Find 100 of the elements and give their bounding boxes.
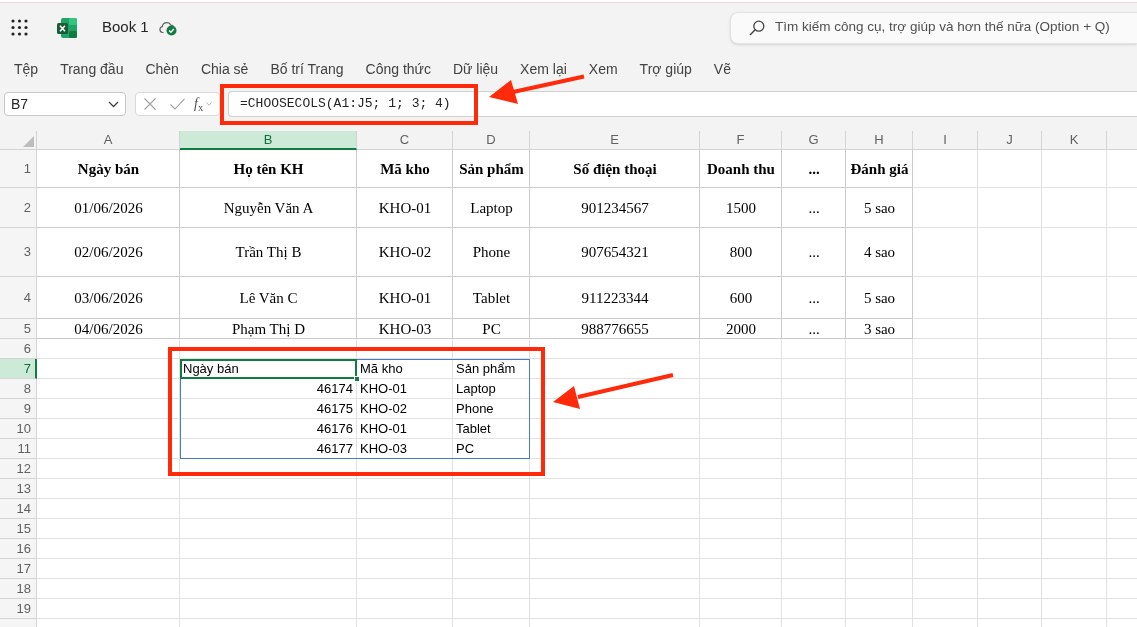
search-field[interactable]: Tìm kiếm công cụ, trợ giúp và hơn thế nữa (Option + Q) (730, 11, 1137, 44)
table-cell-text: 02/06/2026 (73, 243, 144, 263)
row-header[interactable]: 12 (0, 459, 37, 479)
table-cell-text: ... (807, 198, 821, 218)
column-header[interactable]: K (1042, 131, 1107, 150)
column-header[interactable]: H (846, 131, 913, 150)
close-icon[interactable] (144, 98, 156, 110)
formula-field[interactable]: =CHOOSECOLS(A1:J5; 1; 3; 4) (228, 91, 1137, 117)
table-cell-text: 46177 (315, 440, 354, 459)
table-cell-text: Phone (471, 243, 512, 263)
row-header[interactable]: 4 (0, 277, 37, 319)
row-header[interactable]: 16 (0, 539, 37, 559)
row-header[interactable]: 1 (0, 150, 37, 188)
table-cell-text: KHO-01 (377, 198, 433, 218)
ribbon-tab[interactable]: Chèn (142, 59, 182, 81)
ribbon-tab[interactable]: Dữ liệu (449, 59, 502, 81)
table-cell-text: 901234567 (580, 198, 650, 218)
ribbon-tab[interactable]: Trợ giúp (636, 59, 695, 81)
workbook-title[interactable]: Book 1 (102, 16, 149, 39)
table-cell-text: Phạm Thị D (230, 319, 307, 339)
table-cell-text: Nguyễn Văn A (222, 198, 315, 218)
row-header[interactable]: 15 (0, 519, 37, 539)
row-header[interactable]: 19 (0, 599, 37, 619)
table-cell-text: Mã kho (379, 159, 431, 179)
chevron-down-icon (108, 100, 119, 108)
row-header[interactable]: 18 (0, 579, 37, 599)
column-header[interactable]: I (913, 131, 978, 150)
app-logo-icon (57, 17, 77, 38)
column-header[interactable]: A (37, 131, 180, 150)
table-cell-text: 03/06/2026 (73, 288, 144, 308)
column-header[interactable]: J (978, 131, 1042, 150)
row-header[interactable]: 8 (0, 379, 37, 399)
column-header[interactable]: G (782, 131, 846, 150)
table-cell-text: Lê Văn C (238, 288, 299, 308)
row-header[interactable]: 5 (0, 319, 37, 339)
column-header[interactable]: E (530, 131, 700, 150)
table-cell-text: 01/06/2026 (73, 198, 144, 218)
insert-function-button[interactable]: f$_{x}$ (194, 97, 204, 111)
table-cell-text: ... (807, 159, 821, 179)
table-cell-text: Mã kho (359, 360, 404, 379)
table-cell-text: Ngày bán (76, 159, 141, 179)
ribbon-tab[interactable]: Trang đầu (57, 59, 127, 81)
ribbon-tab[interactable]: Công thức (362, 59, 434, 81)
app-launcher-icon[interactable] (11, 19, 28, 36)
table-cell-text: Đánh giá (849, 159, 910, 179)
fill-handle[interactable] (354, 376, 360, 382)
table-cell-text: Số điện thoại (572, 159, 658, 179)
row-header[interactable]: 13 (0, 479, 37, 499)
column-header[interactable]: D (453, 131, 530, 150)
search-icon (749, 19, 765, 36)
table-cell-text: 46174 (315, 380, 354, 399)
row-header[interactable]: 11 (0, 439, 37, 459)
table-cell-text: 600 (728, 288, 754, 308)
row-header[interactable]: 7 (0, 359, 37, 379)
ribbon-tab[interactable]: Tệp (11, 59, 42, 81)
table-cell-text: KHO-01 (359, 420, 408, 439)
table-cell-text: KHO-01 (359, 380, 408, 399)
row-header[interactable]: 9 (0, 399, 37, 419)
table-cell-text: 46176 (315, 420, 354, 439)
table-cell-text: 988776655 (580, 319, 650, 339)
column-header[interactable]: B (180, 131, 357, 150)
table-cell-text: 5 sao (862, 288, 897, 308)
table-cell-text: Laptop (455, 380, 497, 399)
name-box[interactable]: B7 (4, 92, 126, 116)
table-cell-text: Họ tên KH (232, 159, 305, 179)
table-cell-text: 911223344 (580, 288, 650, 308)
row-header[interactable]: 2 (0, 188, 37, 228)
ribbon-tab[interactable]: Vẽ (710, 59, 734, 81)
table-cell-text: KHO-01 (377, 288, 433, 308)
ribbon-tab[interactable]: Bố trí Trang (267, 59, 347, 81)
table-cell-text: 1500 (725, 198, 757, 218)
triangle-icon (23, 136, 34, 147)
select-all-button[interactable] (0, 131, 37, 150)
check-icon[interactable] (170, 98, 185, 110)
ribbon-tab[interactable]: Xem (585, 59, 621, 81)
table-cell-text: ... (807, 243, 821, 263)
table-cell-text: 3 sao (862, 319, 897, 339)
table-cell-text: 5 sao (862, 198, 897, 218)
table-cell-text: PC (481, 319, 502, 339)
table-cell-text: KHO-03 (359, 440, 408, 459)
table-cell-text: KHO-02 (359, 400, 408, 419)
table-cell-text: KHO-03 (377, 319, 433, 339)
column-header[interactable]: C (357, 131, 453, 150)
row-header[interactable]: 14 (0, 499, 37, 519)
table-cell-text: ... (807, 319, 821, 339)
ribbon-tab[interactable]: Xem lại (517, 59, 570, 81)
row-header[interactable]: 3 (0, 228, 37, 277)
table-cell-text: 04/06/2026 (73, 319, 144, 339)
row-header[interactable]: 6 (0, 339, 37, 359)
table-cell-text: 800 (728, 243, 754, 263)
ribbon-tab[interactable]: Chia sẻ (197, 59, 252, 81)
row-header[interactable]: 17 (0, 559, 37, 579)
row-header[interactable]: 10 (0, 419, 37, 439)
table-cell-text: Doanh thu (706, 159, 776, 179)
table-cell-text: Phone (455, 400, 495, 419)
table-cell-text: Sản phẩm (458, 159, 525, 179)
table-cell-text: 907654321 (580, 243, 650, 263)
table-cell-text: ... (807, 288, 821, 308)
column-header[interactable]: F (700, 131, 782, 150)
table-cell-text: Tablet (471, 288, 512, 308)
